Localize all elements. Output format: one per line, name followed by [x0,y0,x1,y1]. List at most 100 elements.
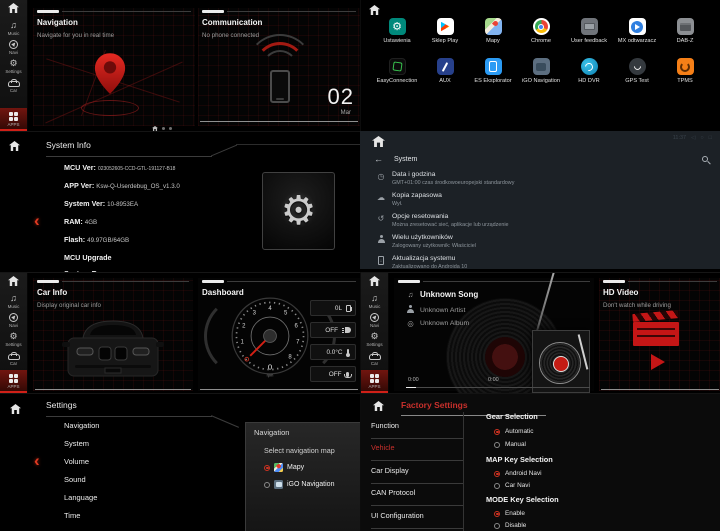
pin-ring [81,100,139,116]
communication-card[interactable]: Communication No phone connected 02 Mar [198,8,360,126]
sidebar-item-label: Navi [370,323,379,328]
settings-item-date-time[interactable]: ◷ Data i godzina GMT+01:00 czas środkowo… [370,171,514,186]
option-manual[interactable]: Manual [494,441,526,448]
total-time: 0:00 [488,377,499,383]
radio-button[interactable] [494,442,500,448]
menu-item-sound[interactable]: Sound [64,475,86,484]
option-label: Car Navi [505,482,530,489]
sidebar-item-apps[interactable]: APPS [0,370,27,393]
row-value: 4GB [85,219,97,226]
map-option-mapy[interactable]: Mapy [264,463,304,472]
app-user-feedback[interactable]: User feedback [565,18,613,44]
app-label: TPMS [677,78,693,84]
radio-button[interactable] [494,483,500,489]
home-icon[interactable] [8,3,19,13]
app-ustawienia[interactable]: ⚙ Ustawienia [373,18,421,44]
radio-button[interactable] [494,471,500,477]
nav-home-icon[interactable]: ○ [700,135,703,141]
song-row: ♫ Unknown Song [406,290,478,299]
settings-item-backup[interactable]: ☁ Kopia zapasowa Wył. [370,192,442,207]
app-mapy[interactable]: Mapy [469,18,517,44]
radio-button[interactable] [264,482,270,488]
app-es-eksplorator[interactable]: ES Eksplorator [469,58,517,84]
sidebar-item-apps[interactable]: APPS [361,370,388,393]
settings-item-system-update[interactable]: ↓ Aktualizacja systemu Zaktualizowano do… [370,255,467,269]
nav-back-icon[interactable]: ◁ [691,135,695,141]
sidebar-item-car[interactable]: Car [361,350,388,366]
dashboard-card[interactable]: Dashboard 1 2 3 4 5 6 7 8 0 rpm 0L OFF [198,278,360,391]
sidebar-item-navi[interactable]: Navi [0,312,27,328]
progress-bar[interactable] [406,387,590,389]
album-name: Unknown Album [420,320,469,327]
home-icon[interactable] [369,276,380,286]
system-info-row-mcu-upgrade[interactable]: MCU Upgrade [64,253,112,262]
app-gps-test[interactable]: GPS Test [613,58,661,84]
app-dab-z[interactable]: DAB-Z [661,18,709,44]
home-icon[interactable] [8,276,19,286]
settings-item-reset[interactable]: ↺ Opcje resetowania Można zresetować sie… [370,213,509,228]
sidebar-item-music[interactable]: ♫ Music [0,20,27,36]
svg-text:5: 5 [284,311,288,317]
radio-button[interactable] [494,511,500,517]
settings-item-multiple-users[interactable]: Wielu użytkowników Zalogowany użytkownik… [370,234,476,249]
menu-item-time[interactable]: Time [64,511,80,520]
home-icon[interactable] [372,136,385,147]
factory-menu-can-protocol[interactable]: CAN Protocol [371,488,463,506]
sidebar-item-settings[interactable]: ⚙ Settings [0,331,27,347]
sidebar-item-apps[interactable]: APPS [0,108,27,131]
sidebar-item-settings[interactable]: ⚙ Settings [361,331,388,347]
option-disable[interactable]: Disable [494,522,526,529]
sidebar-item-car[interactable]: Car [0,350,27,366]
gps-icon [629,58,646,75]
option-android-navi[interactable]: Android Navi [494,470,542,477]
back-chevron-icon[interactable]: ‹ [34,212,40,229]
back-arrow-icon[interactable]: ← [374,154,383,164]
factory-menu-vehicle[interactable]: Vehicle [371,443,463,461]
sidebar-item-car[interactable]: Car [0,77,27,93]
app-easyconnection[interactable]: EasyConnection [373,58,421,84]
home-icon[interactable] [9,141,20,151]
factory-menu-ui-configuration[interactable]: UI Configuration [371,511,463,529]
option-car-navi[interactable]: Car Navi [494,482,530,489]
radio-button[interactable] [264,465,270,471]
option-automatic[interactable]: Automatic [494,428,533,435]
nav-recents-icon[interactable]: □ [709,135,712,141]
app-aux[interactable]: AUX [421,58,469,84]
home-icon[interactable] [369,5,380,15]
navigation-card[interactable]: Navigation Navigate for you in real time [33,8,195,126]
home-icon[interactable] [10,404,21,414]
app-chrome[interactable]: Chrome [517,18,565,44]
search-icon[interactable] [702,156,708,162]
menu-item-volume[interactable]: Volume [64,457,89,466]
sidebar-item-navi[interactable]: Navi [361,312,388,328]
app-igo-navigation[interactable]: iGO Navigation [517,58,565,84]
back-chevron-icon[interactable]: ‹ [34,452,40,469]
radio-button[interactable] [494,429,500,435]
app-sklep-play[interactable]: Sklep Play [421,18,469,44]
menu-item-navigation[interactable]: Navigation [64,421,99,430]
music-card[interactable]: ♫ Unknown Song Unknown Artist ◎ Unknown … [394,278,594,391]
settings-header-title: System [394,156,417,163]
sidebar-item-music[interactable]: ♫ Music [361,293,388,309]
car-info-card[interactable]: Car Info Display original car info [33,278,193,391]
menu-item-language[interactable]: Language [64,493,97,502]
factory-menu-car-display[interactable]: Car Display [371,466,463,484]
row-label: MCU Upgrade [64,253,112,262]
menu-item-system[interactable]: System [64,439,89,448]
app-mx-odtwarzacz[interactable]: MX odtwarzacz [613,18,661,44]
app-tpms[interactable]: TPMS [661,58,709,84]
radio-button[interactable] [494,523,500,529]
sidebar-item-navi[interactable]: Navi [0,39,27,55]
artist-name: Unknown Artist [420,307,465,314]
hd-video-card[interactable]: HD Video Don't watch while driving [599,278,720,391]
launcher-sidebar: ♫ Music Navi ⚙ Settings Car APPS [0,273,28,393]
app-hd-dvr[interactable]: HD DVR [565,58,613,84]
sidebar-item-settings[interactable]: ⚙ Settings [0,58,27,74]
option-enable[interactable]: Enable [494,510,525,517]
svg-text:7: 7 [296,340,300,346]
option-label: Automatic [505,428,533,435]
home-icon[interactable] [373,401,384,411]
sidebar-item-music[interactable]: ♫ Music [0,293,27,309]
factory-menu-function[interactable]: Function [371,421,463,439]
map-option-igo[interactable]: iGO Navigation [264,480,334,489]
